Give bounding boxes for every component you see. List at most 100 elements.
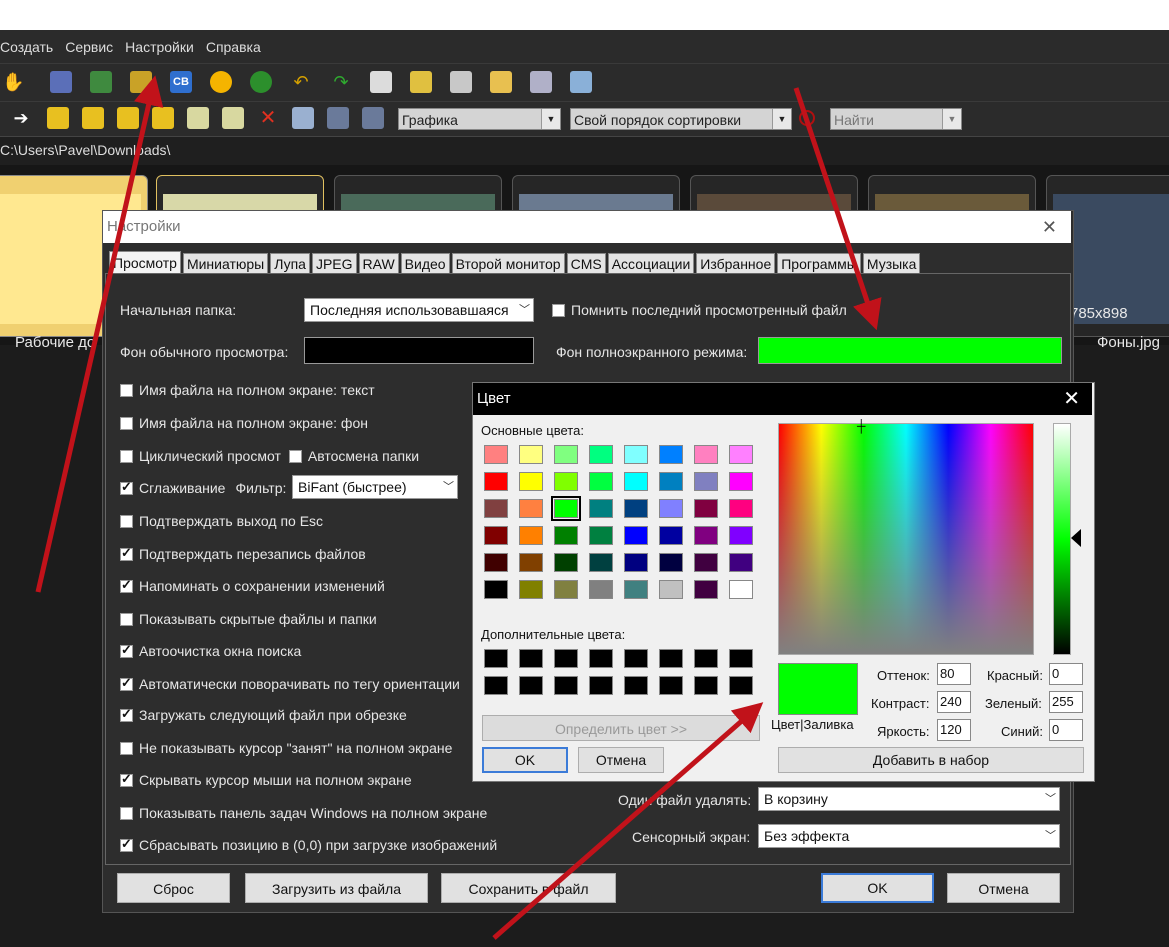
- start-folder-select[interactable]: Последняя использовавшаяся ﹀: [304, 298, 534, 322]
- basic-color-swatch[interactable]: [694, 553, 718, 572]
- grid-view-icon[interactable]: [292, 107, 314, 129]
- mail-icon[interactable]: [490, 71, 512, 93]
- add-to-custom-button[interactable]: Добавить в набор: [778, 747, 1084, 773]
- fullscreen-bg-color-swatch[interactable]: [758, 337, 1062, 364]
- checkbox-row[interactable]: Показывать скрытые файлы и папки: [120, 611, 377, 627]
- checkbox-row[interactable]: Автоочистка окна поиска: [120, 642, 301, 659]
- basic-color-swatch[interactable]: [484, 526, 508, 545]
- delete-icon[interactable]: ✕: [257, 107, 279, 129]
- basic-color-swatch[interactable]: [589, 499, 613, 518]
- basic-color-swatch[interactable]: [624, 445, 648, 464]
- slideshow-icon[interactable]: [50, 71, 72, 93]
- auto-folder-checkbox[interactable]: [288, 449, 302, 463]
- define-color-button[interactable]: Определить цвет >>: [482, 715, 760, 741]
- basic-color-swatch[interactable]: [519, 553, 543, 572]
- stop-icon[interactable]: [799, 110, 815, 126]
- tab-raw[interactable]: RAW: [358, 253, 399, 275]
- ok-button[interactable]: OK: [821, 873, 934, 903]
- close-icon[interactable]: ✕: [1063, 383, 1080, 415]
- checkbox-row[interactable]: Не показывать курсор "занят" на полном э…: [120, 740, 452, 756]
- spectrum-picker[interactable]: [778, 423, 1034, 655]
- basic-color-swatch[interactable]: [729, 499, 753, 518]
- checkbox[interactable]: [120, 706, 133, 722]
- tab-cms[interactable]: CMS: [566, 253, 606, 275]
- basic-color-swatch[interactable]: [694, 580, 718, 599]
- basic-color-swatch[interactable]: [484, 499, 508, 518]
- red-input[interactable]: 0: [1049, 663, 1083, 685]
- custom-color-swatch[interactable]: [659, 649, 683, 668]
- menu-settings[interactable]: Настройки: [125, 39, 200, 55]
- basic-color-swatch[interactable]: [554, 553, 578, 572]
- basic-color-swatch[interactable]: [519, 526, 543, 545]
- custom-color-swatch[interactable]: [694, 649, 718, 668]
- tab-view[interactable]: Просмотр: [109, 251, 181, 275]
- basic-color-swatch[interactable]: [589, 526, 613, 545]
- custom-color-swatch[interactable]: [624, 676, 648, 695]
- basic-color-swatch[interactable]: [729, 445, 753, 464]
- custom-color-swatch[interactable]: [729, 676, 753, 695]
- custom-color-swatch[interactable]: [484, 649, 508, 668]
- checkbox-row[interactable]: Скрывать курсор мыши на полном экране: [120, 771, 412, 788]
- blue-input[interactable]: 0: [1049, 719, 1083, 741]
- checkbox[interactable]: [120, 836, 133, 852]
- batch-convert-icon[interactable]: [90, 71, 112, 93]
- basic-color-swatch[interactable]: [484, 445, 508, 464]
- tab-second-monitor[interactable]: Второй монитор: [451, 253, 565, 275]
- checkbox-row[interactable]: Циклический просмот Автосмена папки: [120, 448, 419, 464]
- checkbox[interactable]: [120, 545, 133, 561]
- checkbox-row[interactable]: Показывать панель задач Windows на полно…: [120, 805, 487, 821]
- basic-color-swatch[interactable]: [694, 445, 718, 464]
- folder-favorite-icon[interactable]: [117, 107, 139, 129]
- checkbox-row[interactable]: Имя файла на полном экране: текст: [120, 382, 375, 398]
- basic-color-swatch[interactable]: [484, 580, 508, 599]
- luminance-bar[interactable]: [1053, 423, 1071, 655]
- hand-tool-icon[interactable]: ✋: [2, 71, 24, 93]
- basic-color-swatch[interactable]: [729, 580, 753, 599]
- menu-create[interactable]: Создать: [0, 39, 59, 55]
- touch-select[interactable]: Без эффекта ﹀: [758, 824, 1060, 848]
- basic-color-swatch[interactable]: [659, 472, 683, 491]
- window-icon[interactable]: [410, 71, 432, 93]
- basic-color-swatch[interactable]: [694, 499, 718, 518]
- checkbox[interactable]: [120, 806, 133, 820]
- checkbox[interactable]: [120, 416, 133, 430]
- basic-color-swatch[interactable]: [589, 580, 613, 599]
- list-view-icon[interactable]: [327, 107, 349, 129]
- tab-favorites[interactable]: Избранное: [696, 253, 776, 275]
- checkbox[interactable]: [120, 771, 133, 787]
- basic-color-swatch[interactable]: [694, 526, 718, 545]
- checkbox-row[interactable]: Сглаживание Фильтр:: [120, 479, 286, 496]
- sun-icon[interactable]: [210, 71, 232, 93]
- basic-color-swatch[interactable]: [624, 580, 648, 599]
- hue-input[interactable]: 80: [937, 663, 971, 685]
- menu-help[interactable]: Справка: [206, 39, 267, 55]
- custom-color-swatch[interactable]: [484, 676, 508, 695]
- reset-button[interactable]: Сброс: [117, 873, 230, 903]
- normal-bg-color-swatch[interactable]: [304, 337, 534, 364]
- print-icon[interactable]: [530, 71, 552, 93]
- basic-color-swatch[interactable]: [624, 553, 648, 572]
- rename-icon[interactable]: [130, 71, 152, 93]
- checkbox[interactable]: [120, 383, 133, 397]
- custom-color-swatch[interactable]: [519, 676, 543, 695]
- basic-color-swatch[interactable]: [589, 445, 613, 464]
- basic-color-swatch[interactable]: [519, 499, 543, 518]
- checkbox[interactable]: [120, 675, 133, 691]
- checkbox-row[interactable]: Сбрасывать позицию в (0,0) при загрузке …: [120, 836, 497, 853]
- basic-color-swatch[interactable]: [694, 472, 718, 491]
- menu-service[interactable]: Сервис: [65, 39, 119, 55]
- basic-color-swatch[interactable]: [554, 526, 578, 545]
- checkbox-row[interactable]: Подтверждать выход по Esc: [120, 513, 323, 529]
- tab-thumbnails[interactable]: Миниатюры: [182, 253, 269, 275]
- checkbox[interactable]: [120, 514, 133, 528]
- cb-icon[interactable]: CB: [170, 71, 192, 93]
- custom-color-swatch[interactable]: [624, 649, 648, 668]
- basic-color-swatch[interactable]: [659, 526, 683, 545]
- checkbox[interactable]: [120, 642, 133, 658]
- custom-color-swatch[interactable]: [589, 649, 613, 668]
- checkbox-row[interactable]: Напоминать о сохранении изменений: [120, 577, 385, 594]
- folder-new-icon[interactable]: [152, 107, 174, 129]
- basic-color-swatch[interactable]: [551, 496, 581, 521]
- scanner-icon[interactable]: [450, 71, 472, 93]
- folder-refresh-icon[interactable]: [82, 107, 104, 129]
